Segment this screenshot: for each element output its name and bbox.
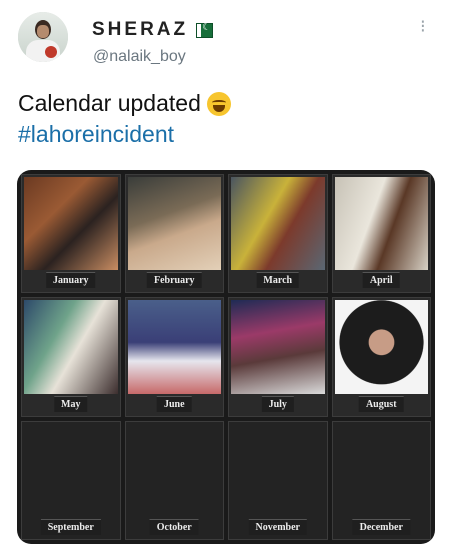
author-name-row[interactable]: SHERAZ [92, 19, 214, 41]
month-tile-september: September [21, 420, 121, 540]
avatar[interactable] [18, 12, 68, 62]
month-photo [334, 300, 428, 394]
month-photo [334, 177, 428, 271]
tweet-hashtag-line: #lahoreincident [18, 119, 231, 150]
month-tile-february: February [124, 174, 224, 294]
month-photo [231, 177, 325, 271]
month-tile-june: June [124, 297, 224, 417]
tweet-caption: Calendar updated [18, 90, 201, 116]
month-label: January [45, 272, 96, 289]
month-tile-january: January [21, 174, 121, 294]
month-label: June [156, 395, 192, 412]
month-tile-november: November [228, 420, 328, 540]
month-photo [231, 300, 325, 394]
month-label: April [362, 272, 400, 289]
tweet-text: Calendar updated #lahoreincident [18, 88, 231, 150]
laughing-with-tears-emoji-icon [206, 91, 231, 116]
month-tile-april: April [331, 174, 431, 294]
display-name[interactable]: SHERAZ [92, 19, 188, 41]
calendar-grid: January February March April May June Ju… [21, 174, 431, 540]
pakistan-flag-icon [196, 22, 214, 38]
month-tile-july: July [228, 297, 328, 417]
month-label: July [261, 395, 294, 412]
tweet-line: Calendar updated [18, 88, 231, 119]
month-photo [24, 300, 118, 394]
month-photo [127, 177, 221, 271]
user-handle[interactable]: @nalaik_boy [93, 48, 186, 66]
month-tile-march: March [228, 174, 328, 294]
avatar-rose [45, 46, 57, 58]
month-label: December [352, 519, 410, 535]
month-tile-october: October [124, 420, 224, 540]
month-photo [24, 177, 118, 271]
month-tile-august: August [331, 297, 431, 417]
month-tile-december: December [331, 420, 431, 540]
month-label: August [358, 395, 404, 412]
month-label: February [146, 272, 202, 289]
month-label: March [256, 272, 300, 289]
month-tile-may: May [21, 297, 121, 417]
month-label: November [248, 519, 307, 535]
month-photo [127, 300, 221, 394]
avatar-face [37, 25, 49, 38]
tweet-media-image[interactable]: January February March April May June Ju… [17, 170, 435, 544]
month-label: May [54, 395, 88, 412]
hashtag-link[interactable]: #lahoreincident [18, 119, 174, 150]
month-label: September [40, 519, 101, 535]
more-options-icon[interactable]: ⁝ [420, 18, 426, 36]
month-label: October [149, 519, 199, 535]
